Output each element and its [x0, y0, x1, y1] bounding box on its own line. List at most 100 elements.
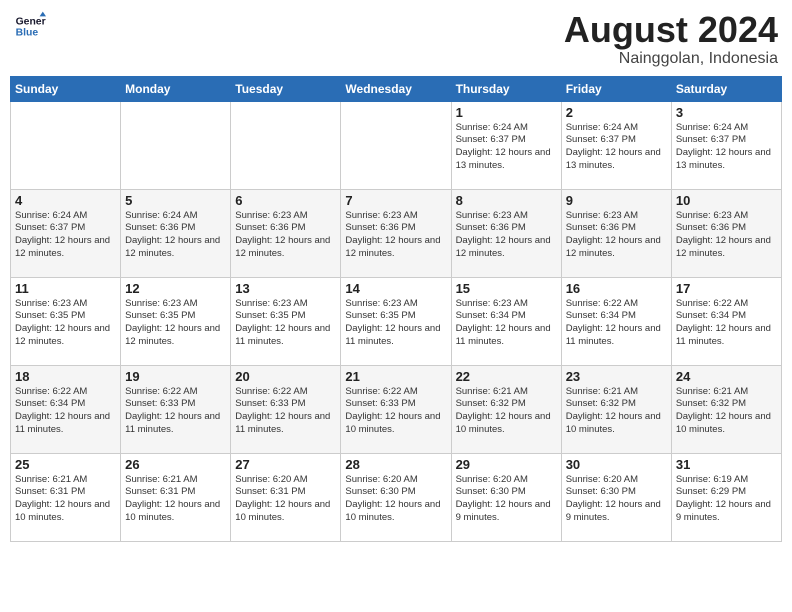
- calendar-day-cell: 31Sunrise: 6:19 AM Sunset: 6:29 PM Dayli…: [671, 453, 781, 541]
- day-number: 30: [566, 457, 667, 472]
- day-info: Sunrise: 6:22 AM Sunset: 6:34 PM Dayligh…: [15, 386, 116, 437]
- weekday-header: Friday: [561, 76, 671, 101]
- svg-text:Blue: Blue: [16, 28, 39, 39]
- day-info: Sunrise: 6:23 AM Sunset: 6:36 PM Dayligh…: [456, 210, 557, 261]
- day-info: Sunrise: 6:22 AM Sunset: 6:33 PM Dayligh…: [345, 386, 446, 437]
- day-number: 27: [235, 457, 336, 472]
- calendar-day-cell: 10 Sunrise: 6:23 AM Sunset: 6:36 PM Dayli…: [671, 189, 781, 277]
- calendar-header-row: SundayMondayTuesdayWednesdayThursdayFrid…: [11, 76, 782, 101]
- day-number: 3: [676, 105, 777, 120]
- day-number: 12: [125, 281, 226, 296]
- svg-text:General: General: [16, 16, 46, 27]
- day-number: 1: [456, 105, 557, 120]
- calendar-day-cell: [121, 101, 231, 189]
- weekday-header: Thursday: [451, 76, 561, 101]
- calendar-day-cell: 20 Sunrise: 6:22 AM Sunset: 6:33 PM Dayli…: [231, 365, 341, 453]
- calendar-day-cell: 13 Sunrise: 6:23 AM Sunset: 6:35 PM Dayli…: [231, 277, 341, 365]
- calendar-day-cell: 26Sunrise: 6:21 AM Sunset: 6:31 PM Dayli…: [121, 453, 231, 541]
- calendar-day-cell: 8 Sunrise: 6:23 AM Sunset: 6:36 PM Daylig…: [451, 189, 561, 277]
- calendar-day-cell: 23 Sunrise: 6:21 AM Sunset: 6:32 PM Dayli…: [561, 365, 671, 453]
- day-info: Sunrise: 6:21 AM Sunset: 6:32 PM Dayligh…: [676, 386, 777, 437]
- day-info: Sunrise: 6:22 AM Sunset: 6:33 PM Dayligh…: [125, 386, 226, 437]
- calendar-day-cell: [341, 101, 451, 189]
- weekday-header: Saturday: [671, 76, 781, 101]
- month-year-title: August 2024: [564, 10, 778, 50]
- day-info: Sunrise: 6:20 AM Sunset: 6:30 PM Dayligh…: [456, 474, 557, 525]
- calendar-day-cell: 22Sunrise: 6:21 AM Sunset: 6:32 PM Dayli…: [451, 365, 561, 453]
- day-number: 13: [235, 281, 336, 296]
- day-number: 23: [566, 369, 667, 384]
- calendar-day-cell: 30 Sunrise: 6:20 AM Sunset: 6:30 PM Dayli…: [561, 453, 671, 541]
- calendar-day-cell: [231, 101, 341, 189]
- day-number: 16: [566, 281, 667, 296]
- calendar-day-cell: 9Sunrise: 6:23 AM Sunset: 6:36 PM Daylig…: [561, 189, 671, 277]
- calendar-week-row: 4 Sunrise: 6:24 AM Sunset: 6:37 PM Daylig…: [11, 189, 782, 277]
- calendar-day-cell: [11, 101, 121, 189]
- calendar-day-cell: 25 Sunrise: 6:21 AM Sunset: 6:31 PM Dayli…: [11, 453, 121, 541]
- day-info: Sunrise: 6:20 AM Sunset: 6:30 PM Dayligh…: [566, 474, 667, 525]
- day-number: 19: [125, 369, 226, 384]
- day-number: 6: [235, 193, 336, 208]
- weekday-header: Tuesday: [231, 76, 341, 101]
- calendar-week-row: 25 Sunrise: 6:21 AM Sunset: 6:31 PM Dayli…: [11, 453, 782, 541]
- day-info: Sunrise: 6:23 AM Sunset: 6:36 PM Dayligh…: [676, 210, 777, 261]
- calendar-day-cell: 3 Sunrise: 6:24 AM Sunset: 6:37 PM Daylig…: [671, 101, 781, 189]
- title-block: August 2024 Nainggolan, Indonesia: [564, 10, 778, 68]
- day-info: Sunrise: 6:24 AM Sunset: 6:37 PM Dayligh…: [15, 210, 116, 261]
- page-header: General Blue August 2024 Nainggolan, Ind…: [10, 10, 782, 68]
- calendar-day-cell: 27 Sunrise: 6:20 AM Sunset: 6:31 PM Dayli…: [231, 453, 341, 541]
- day-info: Sunrise: 6:21 AM Sunset: 6:32 PM Dayligh…: [566, 386, 667, 437]
- calendar-body: 1 Sunrise: 6:24 AM Sunset: 6:37 PM Daylig…: [11, 101, 782, 541]
- location-subtitle: Nainggolan, Indonesia: [564, 50, 778, 68]
- day-number: 24: [676, 369, 777, 384]
- calendar-day-cell: 6 Sunrise: 6:23 AM Sunset: 6:36 PM Daylig…: [231, 189, 341, 277]
- day-info: Sunrise: 6:22 AM Sunset: 6:34 PM Dayligh…: [676, 298, 777, 349]
- day-info: Sunrise: 6:21 AM Sunset: 6:31 PM Dayligh…: [125, 474, 226, 525]
- calendar-day-cell: 21 Sunrise: 6:22 AM Sunset: 6:33 PM Dayli…: [341, 365, 451, 453]
- day-info: Sunrise: 6:24 AM Sunset: 6:37 PM Dayligh…: [566, 122, 667, 173]
- day-info: Sunrise: 6:23 AM Sunset: 6:35 PM Dayligh…: [345, 298, 446, 349]
- day-info: Sunrise: 6:24 AM Sunset: 6:37 PM Dayligh…: [676, 122, 777, 173]
- day-number: 20: [235, 369, 336, 384]
- calendar-day-cell: 29 Sunrise: 6:20 AM Sunset: 6:30 PM Dayli…: [451, 453, 561, 541]
- weekday-header: Monday: [121, 76, 231, 101]
- day-number: 4: [15, 193, 116, 208]
- day-number: 8: [456, 193, 557, 208]
- day-info: Sunrise: 6:22 AM Sunset: 6:34 PM Dayligh…: [566, 298, 667, 349]
- calendar-week-row: 11Sunrise: 6:23 AM Sunset: 6:35 PM Dayli…: [11, 277, 782, 365]
- day-info: Sunrise: 6:23 AM Sunset: 6:35 PM Dayligh…: [125, 298, 226, 349]
- calendar-day-cell: 19 Sunrise: 6:22 AM Sunset: 6:33 PM Dayli…: [121, 365, 231, 453]
- day-number: 14: [345, 281, 446, 296]
- day-number: 2: [566, 105, 667, 120]
- day-number: 9: [566, 193, 667, 208]
- day-number: 17: [676, 281, 777, 296]
- day-number: 18: [15, 369, 116, 384]
- day-number: 25: [15, 457, 116, 472]
- calendar-day-cell: 1Sunrise: 6:24 AM Sunset: 6:37 PM Daylig…: [451, 101, 561, 189]
- day-info: Sunrise: 6:23 AM Sunset: 6:36 PM Dayligh…: [235, 210, 336, 261]
- calendar-day-cell: 4 Sunrise: 6:24 AM Sunset: 6:37 PM Daylig…: [11, 189, 121, 277]
- day-number: 7: [345, 193, 446, 208]
- day-number: 22: [456, 369, 557, 384]
- day-number: 21: [345, 369, 446, 384]
- calendar-day-cell: 18 Sunrise: 6:22 AM Sunset: 6:34 PM Dayli…: [11, 365, 121, 453]
- logo: General Blue: [14, 10, 46, 42]
- calendar-day-cell: 2 Sunrise: 6:24 AM Sunset: 6:37 PM Daylig…: [561, 101, 671, 189]
- day-info: Sunrise: 6:23 AM Sunset: 6:35 PM Dayligh…: [235, 298, 336, 349]
- day-number: 31: [676, 457, 777, 472]
- calendar-day-cell: 24 Sunrise: 6:21 AM Sunset: 6:32 PM Dayli…: [671, 365, 781, 453]
- calendar-day-cell: 17 Sunrise: 6:22 AM Sunset: 6:34 PM Dayli…: [671, 277, 781, 365]
- calendar-day-cell: 14 Sunrise: 6:23 AM Sunset: 6:35 PM Dayli…: [341, 277, 451, 365]
- calendar-day-cell: 5Sunrise: 6:24 AM Sunset: 6:36 PM Daylig…: [121, 189, 231, 277]
- day-info: Sunrise: 6:22 AM Sunset: 6:33 PM Dayligh…: [235, 386, 336, 437]
- day-info: Sunrise: 6:20 AM Sunset: 6:31 PM Dayligh…: [235, 474, 336, 525]
- day-info: Sunrise: 6:21 AM Sunset: 6:31 PM Dayligh…: [15, 474, 116, 525]
- calendar-day-cell: 12 Sunrise: 6:23 AM Sunset: 6:35 PM Dayli…: [121, 277, 231, 365]
- day-number: 10: [676, 193, 777, 208]
- calendar-day-cell: 28Sunrise: 6:20 AM Sunset: 6:30 PM Dayli…: [341, 453, 451, 541]
- day-number: 29: [456, 457, 557, 472]
- calendar-day-cell: 15Sunrise: 6:23 AM Sunset: 6:34 PM Dayli…: [451, 277, 561, 365]
- day-info: Sunrise: 6:23 AM Sunset: 6:35 PM Dayligh…: [15, 298, 116, 349]
- calendar-table: SundayMondayTuesdayWednesdayThursdayFrid…: [10, 76, 782, 542]
- calendar-day-cell: 7Sunrise: 6:23 AM Sunset: 6:36 PM Daylig…: [341, 189, 451, 277]
